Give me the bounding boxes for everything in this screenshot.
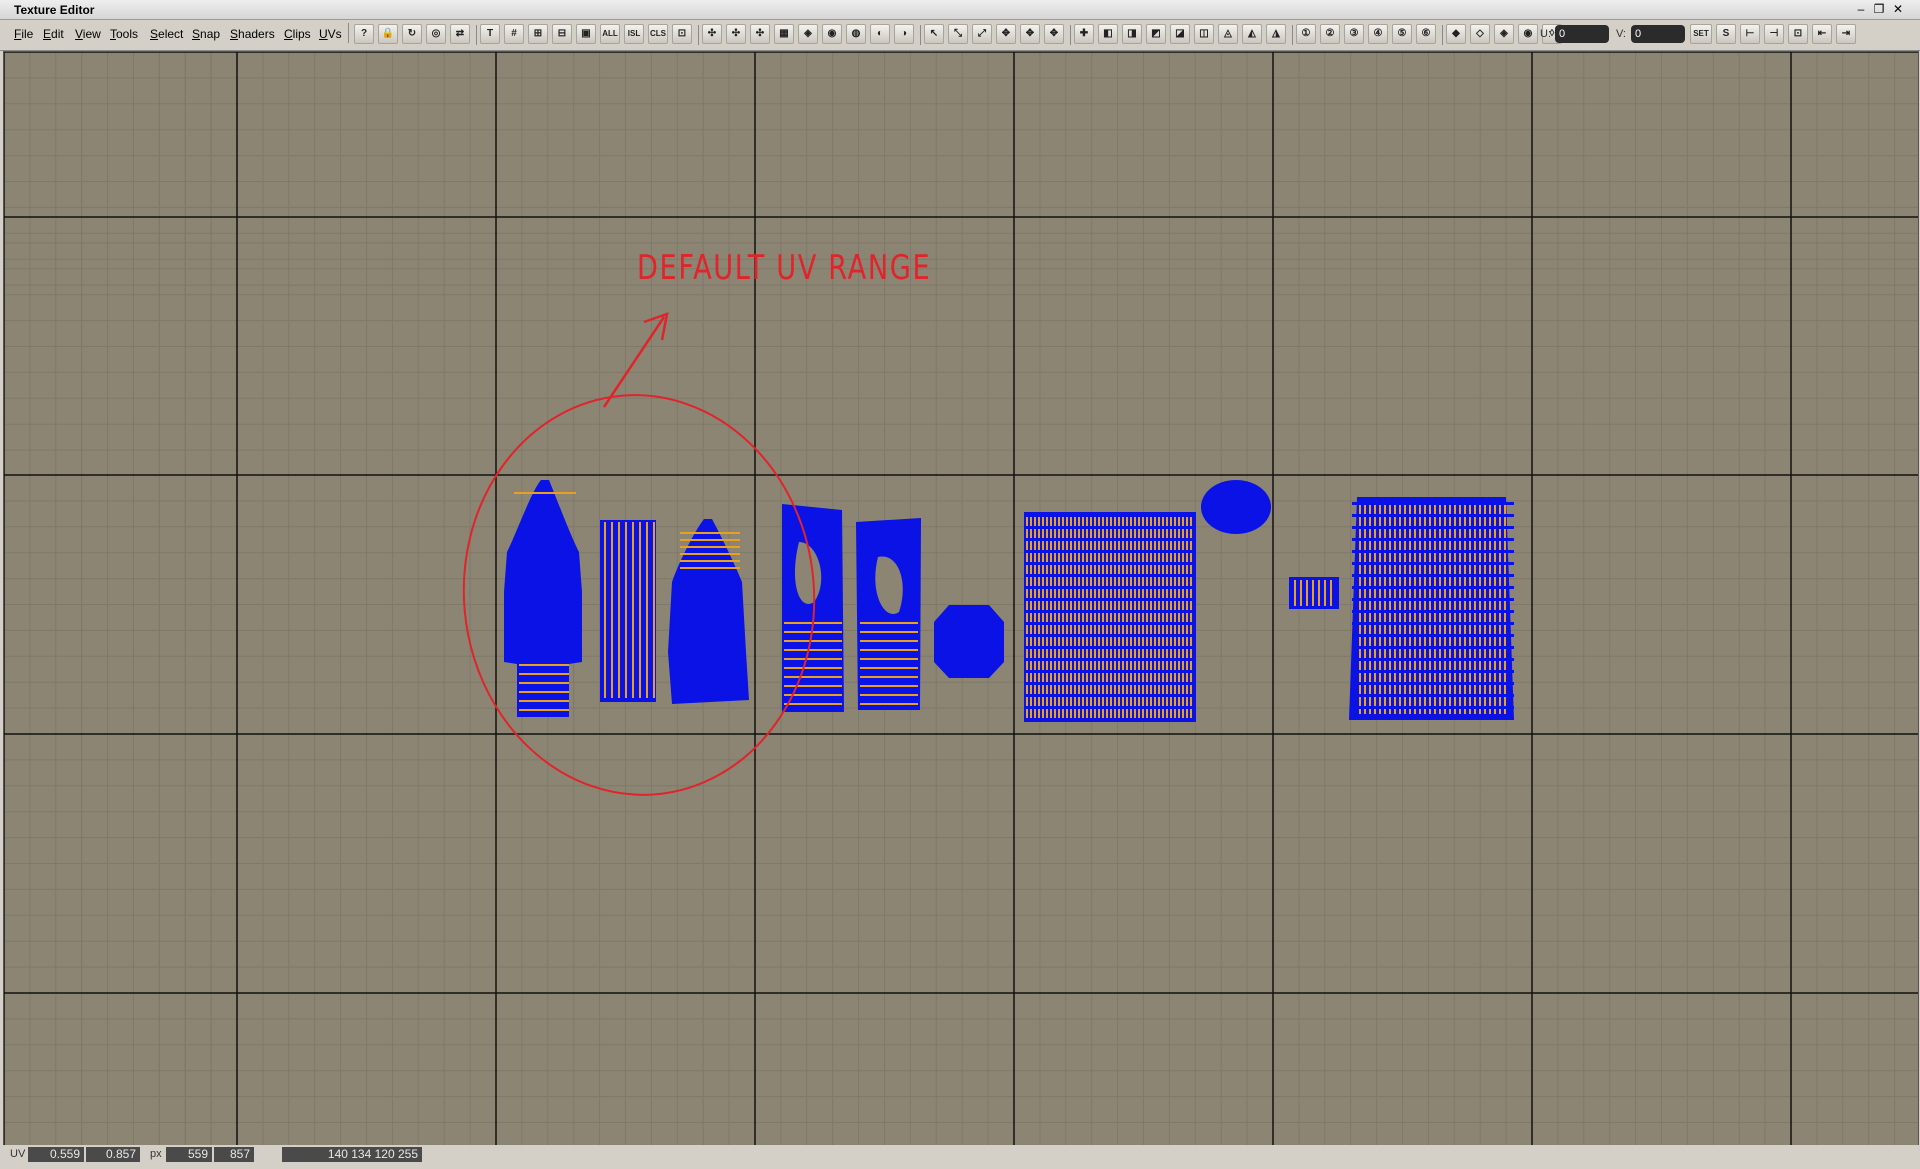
toolbar-button-11[interactable]: ALL bbox=[600, 24, 620, 44]
toolbar-tail-button-1[interactable]: S bbox=[1716, 24, 1736, 44]
toolbar-button-35[interactable]: ◫ bbox=[1194, 24, 1214, 44]
toolbar-button-31[interactable]: ◧ bbox=[1098, 24, 1118, 44]
menu-tools[interactable]: Tools bbox=[110, 27, 138, 41]
toolbar-button-34[interactable]: ◪ bbox=[1170, 24, 1190, 44]
toolbar-separator bbox=[1070, 25, 1071, 45]
menu-clips[interactable]: Clips bbox=[284, 27, 311, 41]
uv-viewport[interactable]: DEFAULT UV RANGE bbox=[3, 51, 1919, 1159]
toolbar-button-41[interactable]: ③ bbox=[1344, 24, 1364, 44]
toolbar-button-27[interactable]: ✥ bbox=[996, 24, 1016, 44]
toolbar-button-1[interactable]: ? bbox=[354, 24, 374, 44]
toolbar-tail-button-3[interactable]: ⊣ bbox=[1764, 24, 1784, 44]
menu-snap[interactable]: Snap bbox=[192, 27, 220, 41]
status-uv-label: UV bbox=[10, 1148, 26, 1160]
toolbar-button-10[interactable]: ▣ bbox=[576, 24, 596, 44]
toolbar-button-42[interactable]: ④ bbox=[1368, 24, 1388, 44]
minimize-icon[interactable]: – bbox=[1853, 2, 1869, 16]
toolbar-button-28[interactable]: ✥ bbox=[1020, 24, 1040, 44]
toolbar-separator bbox=[1292, 25, 1293, 45]
status-px-label: px bbox=[150, 1148, 162, 1160]
status-rgba: 140 134 120 255 bbox=[282, 1147, 422, 1162]
toolbar-button-25[interactable]: ⤡ bbox=[948, 24, 968, 44]
toolbar-button-20[interactable]: ◉ bbox=[822, 24, 842, 44]
toolbar-button-3[interactable]: ↻ bbox=[402, 24, 422, 44]
toolbar-button-14[interactable]: ⊡ bbox=[672, 24, 692, 44]
v-label: V: bbox=[1616, 28, 1626, 40]
toolbar-button-19[interactable]: ◈ bbox=[798, 24, 818, 44]
toolbar-button-18[interactable]: ▦ bbox=[774, 24, 794, 44]
toolbar-button-23[interactable]: ◑ bbox=[894, 24, 914, 44]
toolbar-button-7[interactable]: # bbox=[504, 24, 524, 44]
toolbar-tail-button-5[interactable]: ⇤ bbox=[1812, 24, 1832, 44]
toolbar-button-17[interactable]: ✣ bbox=[750, 24, 770, 44]
menu-view[interactable]: View bbox=[75, 27, 101, 41]
menu-uvs[interactable]: UVs bbox=[319, 27, 342, 41]
toolbar-button-37[interactable]: ◭ bbox=[1242, 24, 1262, 44]
toolbar-separator bbox=[476, 25, 477, 45]
toolbar-button-9[interactable]: ⊟ bbox=[552, 24, 572, 44]
set-button[interactable]: SET bbox=[1690, 24, 1712, 44]
toolbar-separator bbox=[698, 25, 699, 45]
toolbar-button-2[interactable]: 🔒 bbox=[378, 24, 398, 44]
toolbar-tail-button-2[interactable]: ⊢ bbox=[1740, 24, 1760, 44]
toolbar-button-30[interactable]: ✚ bbox=[1074, 24, 1094, 44]
toolbar-tail-button-4[interactable]: ⊡ bbox=[1788, 24, 1808, 44]
toolbar-button-16[interactable]: ✣ bbox=[726, 24, 746, 44]
toolbar-button-12[interactable]: ISL bbox=[624, 24, 644, 44]
status-v-value: 0.857 bbox=[86, 1147, 140, 1162]
toolbar-button-44[interactable]: ⑥ bbox=[1416, 24, 1436, 44]
toolbar-button-6[interactable]: T bbox=[480, 24, 500, 44]
toolbar-button-22[interactable]: ◐ bbox=[870, 24, 890, 44]
toolbar-button-15[interactable]: ✣ bbox=[702, 24, 722, 44]
toolbar-button-13[interactable]: CLS bbox=[648, 24, 668, 44]
status-px-y: 857 bbox=[214, 1147, 254, 1162]
menu-file[interactable]: File bbox=[14, 27, 33, 41]
restore-icon[interactable]: ❐ bbox=[1871, 2, 1887, 16]
annotation-circle bbox=[462, 394, 816, 796]
annotation-text: DEFAULT UV RANGE bbox=[637, 248, 932, 288]
toolbar-tail-button-6[interactable]: ⇥ bbox=[1836, 24, 1856, 44]
toolbar-separator bbox=[920, 25, 921, 45]
toolbar-button-24[interactable]: ↖ bbox=[924, 24, 944, 44]
toolbar-button-26[interactable]: ⤢ bbox=[972, 24, 992, 44]
menu-separator bbox=[348, 23, 349, 43]
toolbar-button-4[interactable]: ◎ bbox=[426, 24, 446, 44]
status-px-x: 559 bbox=[166, 1147, 212, 1162]
status-bar: UV 0.559 0.857 px 559 857 140 134 120 25… bbox=[0, 1145, 1920, 1165]
close-icon[interactable]: ✕ bbox=[1890, 2, 1906, 16]
toolbar-button-33[interactable]: ◩ bbox=[1146, 24, 1166, 44]
toolbar-button-21[interactable]: ◍ bbox=[846, 24, 866, 44]
title-bar: Texture Editor – ❐ ✕ bbox=[0, 0, 1920, 20]
toolbar-button-39[interactable]: ① bbox=[1296, 24, 1316, 44]
toolbar-button-36[interactable]: ◬ bbox=[1218, 24, 1238, 44]
toolbar-button-8[interactable]: ⊞ bbox=[528, 24, 548, 44]
v-input[interactable]: 0 bbox=[1631, 25, 1685, 43]
toolbar-button-45[interactable]: ◆ bbox=[1446, 24, 1466, 44]
menu-select[interactable]: Select bbox=[150, 27, 183, 41]
toolbar-button-48[interactable]: ◉ bbox=[1518, 24, 1538, 44]
toolbar-button-38[interactable]: ◮ bbox=[1266, 24, 1286, 44]
window-title: Texture Editor bbox=[14, 3, 95, 17]
u-input[interactable]: 0 bbox=[1555, 25, 1609, 43]
toolbar-separator bbox=[1442, 25, 1443, 45]
annotation-arrow-shaft bbox=[602, 316, 666, 408]
toolbar-button-32[interactable]: ◨ bbox=[1122, 24, 1142, 44]
menu-edit[interactable]: Edit bbox=[43, 27, 64, 41]
toolbar-button-46[interactable]: ◇ bbox=[1470, 24, 1490, 44]
toolbar-button-43[interactable]: ⑤ bbox=[1392, 24, 1412, 44]
menu-shaders[interactable]: Shaders bbox=[230, 27, 275, 41]
toolbar-button-40[interactable]: ② bbox=[1320, 24, 1340, 44]
u-label: U: bbox=[1540, 28, 1551, 40]
toolbar-button-29[interactable]: ✥ bbox=[1044, 24, 1064, 44]
toolbar-button-5[interactable]: ⇄ bbox=[450, 24, 470, 44]
status-u-value: 0.559 bbox=[28, 1147, 84, 1162]
annotation-markup bbox=[462, 312, 816, 796]
toolbar-button-47[interactable]: ◈ bbox=[1494, 24, 1514, 44]
